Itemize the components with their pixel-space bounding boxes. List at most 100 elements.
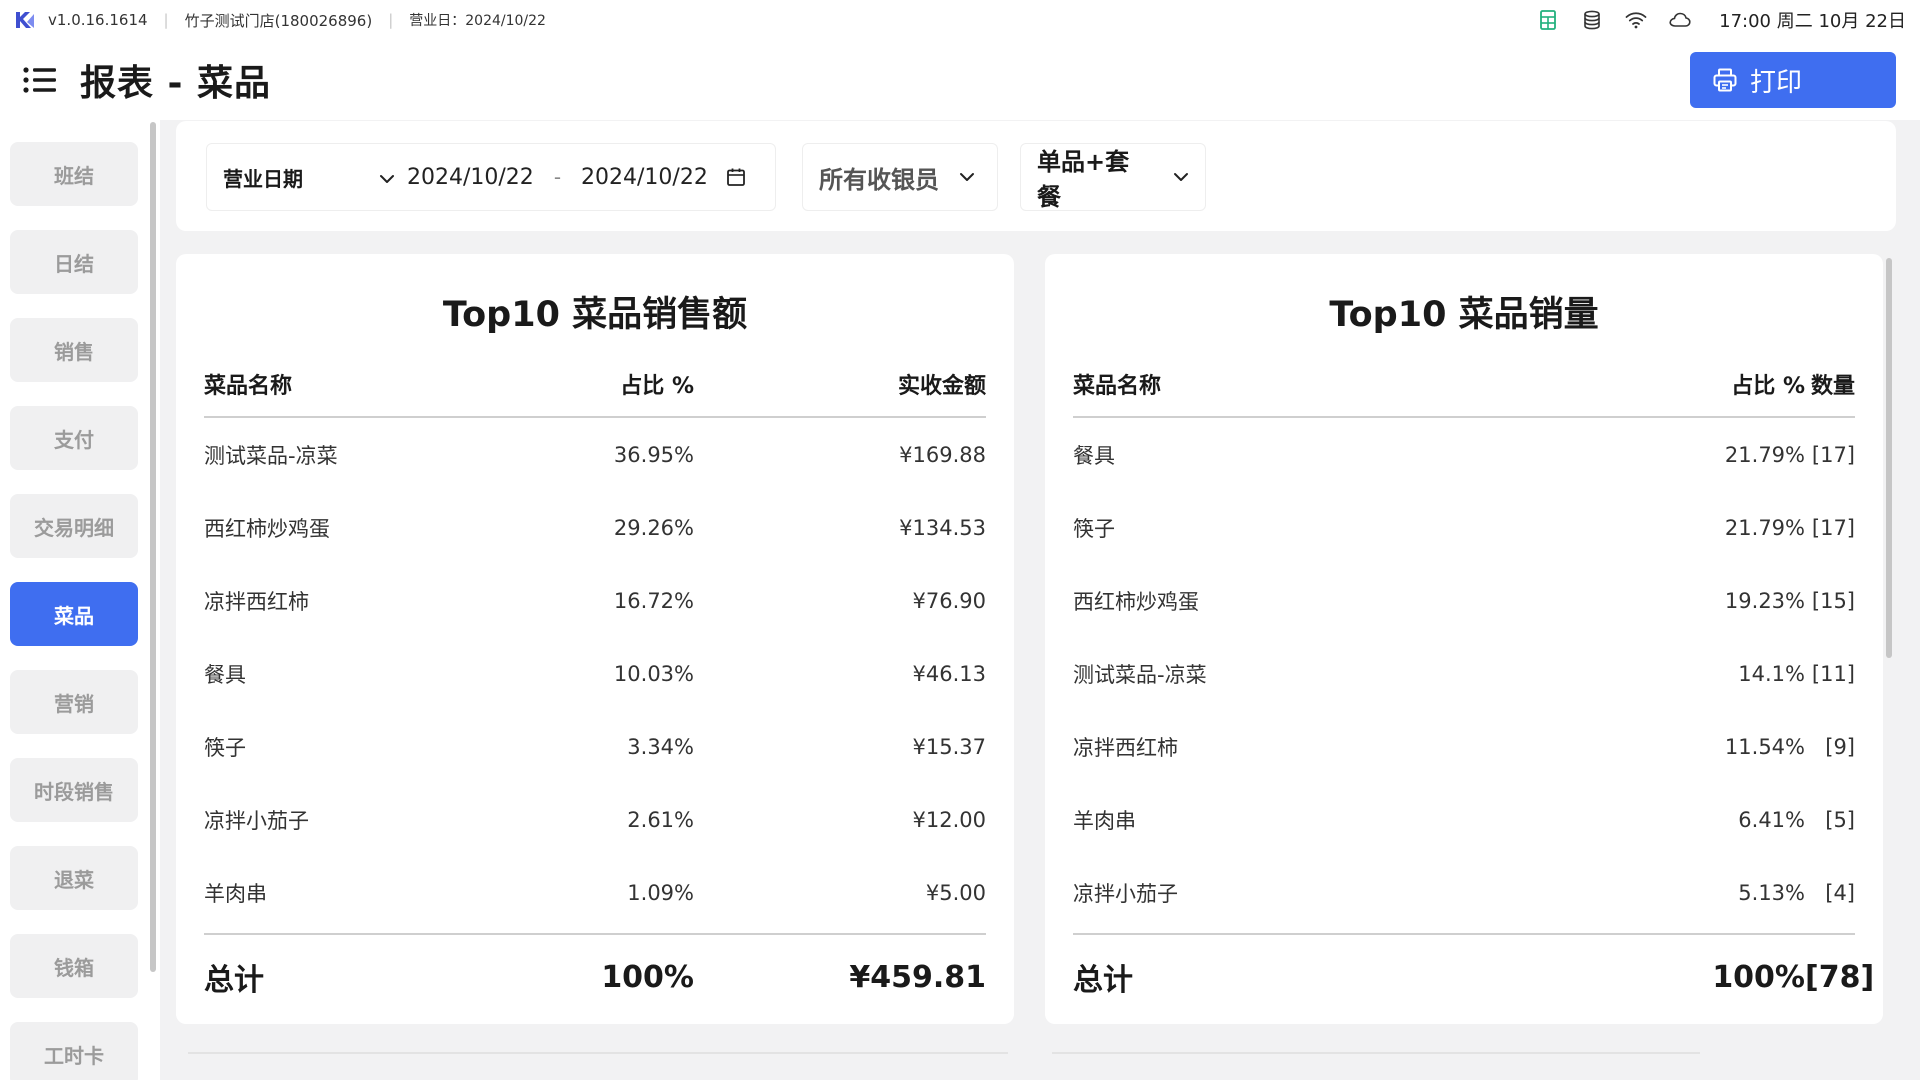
table-row: 筷子 21.79% [17] xyxy=(1073,491,1855,564)
table-row: 西红柿炒鸡蛋 19.23% [15] xyxy=(1073,564,1855,637)
table-row: 凉拌西红柿 16.72% ¥76.90 xyxy=(204,564,986,637)
menu-button[interactable] xyxy=(18,58,62,102)
table-row: 凉拌小茄子 2.61% ¥12.00 xyxy=(204,783,986,856)
table-row: 羊肉串 6.41% [5] xyxy=(1073,783,1855,856)
dish-name: 西红柿炒鸡蛋 xyxy=(1073,589,1199,614)
share-percent: 29.26% xyxy=(613,515,694,540)
share-percent: 3.34% xyxy=(627,734,694,759)
total-amount: ¥459.81 xyxy=(849,959,986,995)
dish-name: 筷子 xyxy=(1073,516,1115,541)
page-header: 报表 - 菜品 打印 xyxy=(0,40,1920,120)
status-icons: 17:00 周二 10月 22日 xyxy=(1537,7,1906,33)
wifi-icon[interactable] xyxy=(1625,9,1647,31)
divider xyxy=(1052,1052,1700,1054)
printer-icon xyxy=(1712,67,1738,93)
share-percent: 2.61% xyxy=(627,807,694,832)
sidebar-item-returns[interactable]: 退菜 xyxy=(10,846,138,910)
amount: ¥76.90 xyxy=(912,588,986,613)
dish-name: 餐具 xyxy=(1073,443,1115,468)
table-row: 餐具 10.03% ¥46.13 xyxy=(204,637,986,710)
sidebar-item-daily[interactable]: 日结 xyxy=(10,230,138,294)
quantity: [17] xyxy=(1811,442,1855,467)
total-label: 总计 xyxy=(1073,963,1133,998)
filter-bar: 营业日期 2024/10/22 - 2024/10/22 所有收银员 单品+套餐 xyxy=(176,121,1896,231)
sidebar-item-dishes[interactable]: 菜品 xyxy=(10,582,138,646)
share-percent: 19.23% xyxy=(1724,588,1805,613)
share-percent: 16.72% xyxy=(613,588,694,613)
table-row: 凉拌西红柿 11.54% [9] xyxy=(1073,710,1855,783)
cloud-icon[interactable] xyxy=(1669,9,1691,31)
quantity: [9] xyxy=(1825,734,1855,759)
dish-name: 西红柿炒鸡蛋 xyxy=(204,516,330,541)
cashier-select[interactable]: 所有收银员 xyxy=(802,143,998,211)
calendar-icon[interactable] xyxy=(726,167,746,187)
column-header: 实收金额 xyxy=(897,374,986,399)
dish-name: 餐具 xyxy=(204,662,246,687)
dish-name: 凉拌小茄子 xyxy=(1073,881,1178,906)
date-separator: - xyxy=(553,165,562,189)
column-header: 菜品名称 xyxy=(1073,374,1162,399)
sidebar-scrollbar[interactable] xyxy=(150,122,156,972)
spreadsheet-icon[interactable] xyxy=(1537,9,1559,31)
table-header: 菜品名称 占比 % 数量 xyxy=(1073,352,1855,418)
share-percent: 14.1% xyxy=(1738,661,1805,686)
top10-quantity-panel: Top10 菜品销量 菜品名称 占比 % 数量 餐具 21.79% [17] 筷… xyxy=(1045,254,1883,1024)
cashier-label: 所有收银员 xyxy=(819,165,939,194)
table-row: 凉拌小茄子 5.13% [4] xyxy=(1073,856,1855,929)
date-range-picker[interactable]: 营业日期 2024/10/22 - 2024/10/22 xyxy=(206,143,776,211)
amount: ¥12.00 xyxy=(912,807,986,832)
dish-name: 凉拌西红柿 xyxy=(1073,735,1178,760)
date-type-select[interactable]: 营业日期 xyxy=(207,163,407,192)
table-row: 西红柿炒鸡蛋 29.26% ¥134.53 xyxy=(204,491,986,564)
total-percent: 100% xyxy=(601,959,694,995)
quantity: [11] xyxy=(1811,661,1855,686)
share-percent: 21.79% xyxy=(1724,442,1805,467)
sidebar-item-marketing[interactable]: 营销 xyxy=(10,670,138,734)
quantity: [4] xyxy=(1825,880,1855,905)
column-header: 占比 % xyxy=(620,374,694,399)
item-type-select[interactable]: 单品+套餐 xyxy=(1020,143,1206,211)
database-icon[interactable] xyxy=(1581,9,1603,31)
dish-name: 羊肉串 xyxy=(1073,808,1136,833)
content-scrollbar[interactable] xyxy=(1886,258,1892,658)
total-label: 总计 xyxy=(204,963,264,998)
chevron-down-icon xyxy=(959,172,975,182)
start-date[interactable]: 2024/10/22 xyxy=(407,165,534,190)
dish-name: 凉拌西红柿 xyxy=(204,589,309,614)
sidebar-item-cash-drawer[interactable]: 钱箱 xyxy=(10,934,138,998)
status-divider: | xyxy=(388,11,394,29)
column-header: 数量 xyxy=(1810,374,1855,399)
end-date[interactable]: 2024/10/22 xyxy=(581,165,708,190)
share-percent: 5.13% xyxy=(1738,880,1805,905)
dish-name: 筷子 xyxy=(204,735,246,760)
column-header: 占比 % xyxy=(1731,374,1805,399)
share-percent: 21.79% xyxy=(1724,515,1805,540)
amount: ¥169.88 xyxy=(899,442,986,467)
quantity-table: 菜品名称 占比 % 数量 餐具 21.79% [17] 筷子 21.79% [1… xyxy=(1073,352,1874,1019)
divider xyxy=(188,1052,1008,1054)
print-label: 打印 xyxy=(1750,66,1803,97)
panel-title: Top10 菜品销售额 xyxy=(442,295,748,335)
panel-title: Top10 菜品销量 xyxy=(1329,295,1599,335)
print-button[interactable]: 打印 xyxy=(1690,52,1896,108)
amount: ¥15.37 xyxy=(912,734,986,759)
table-row: 羊肉串 1.09% ¥5.00 xyxy=(204,856,986,929)
sidebar-item-timecard[interactable]: 工时卡 xyxy=(10,1022,138,1080)
sidebar-item-shift[interactable]: 班结 xyxy=(10,142,138,206)
app-version: v1.0.16.1614 xyxy=(48,11,148,29)
sidebar-item-hourly-sales[interactable]: 时段销售 xyxy=(10,758,138,822)
chevron-down-icon xyxy=(379,165,395,189)
table-row: 测试菜品-凉菜 14.1% [11] xyxy=(1073,637,1855,710)
amount: ¥46.13 xyxy=(912,661,986,686)
dish-name: 羊肉串 xyxy=(204,881,267,906)
sidebar-item-payment[interactable]: 支付 xyxy=(10,406,138,470)
app-logo-icon xyxy=(16,12,34,28)
table-total-row: 总计 100% ¥459.81 xyxy=(204,933,986,1019)
table-row: 餐具 21.79% [17] xyxy=(1073,418,1855,491)
table-row: 测试菜品-凉菜 36.95% ¥169.88 xyxy=(204,418,986,491)
sidebar-item-sales[interactable]: 销售 xyxy=(10,318,138,382)
sidebar-item-transactions[interactable]: 交易明细 xyxy=(10,494,138,558)
business-day: 营业日：2024/10/22 xyxy=(409,13,546,29)
clock: 17:00 周二 10月 22日 xyxy=(1719,11,1906,32)
date-type-label: 营业日期 xyxy=(223,166,303,191)
